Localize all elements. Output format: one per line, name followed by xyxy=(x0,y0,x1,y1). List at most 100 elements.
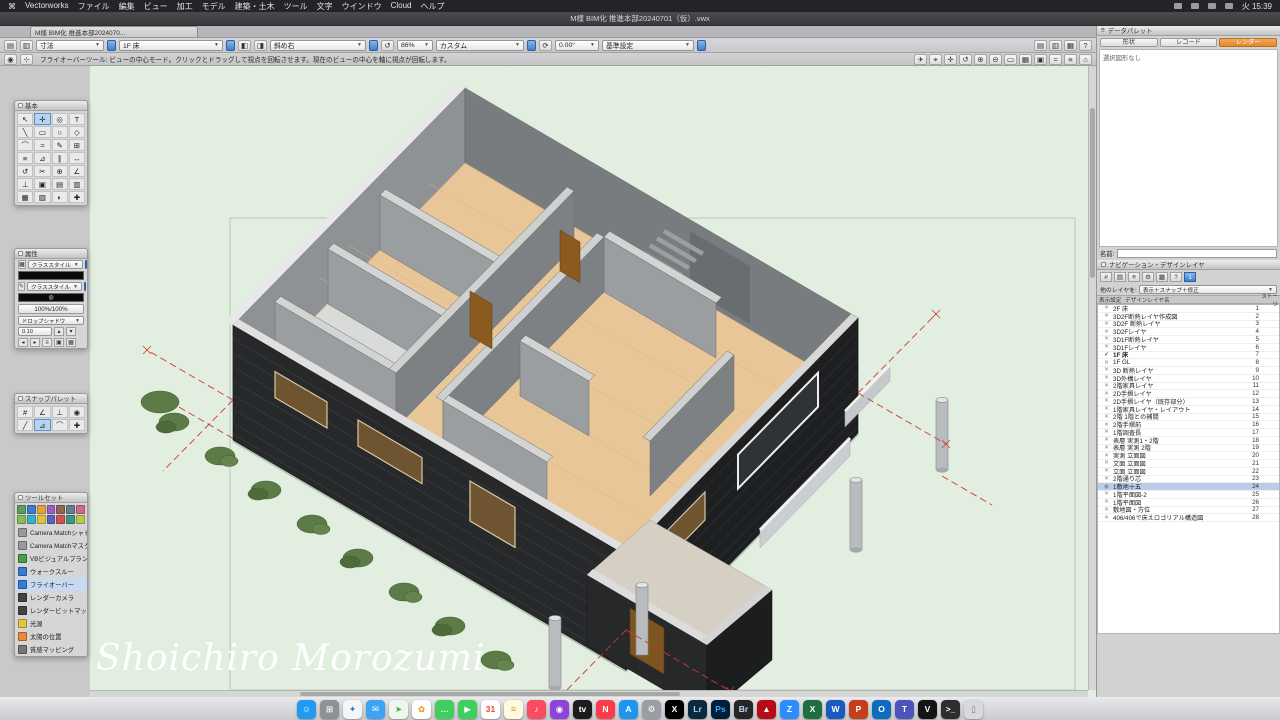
navigation-icon[interactable]: ? xyxy=(1170,272,1182,282)
palette-title-bar[interactable]: ツールセット xyxy=(15,493,87,503)
dock-app-icon[interactable]: ▲ xyxy=(757,700,776,719)
zoom-level-combo[interactable]: 86%▼ xyxy=(397,40,433,51)
toolset-item[interactable]: フライオーバー xyxy=(15,578,87,591)
dock-app-icon[interactable]: X xyxy=(803,700,822,719)
navigation-title-bar[interactable]: ナビゲーション・デザインレイヤ xyxy=(1097,260,1280,270)
toolset-item[interactable]: ウォークスルー xyxy=(15,565,87,578)
layer-visibility-mark[interactable]: ✕ xyxy=(1100,422,1113,428)
reference-options-button[interactable] xyxy=(697,40,706,51)
dock-app-icon[interactable]: ♪ xyxy=(527,700,546,719)
dock-app-icon[interactable]: ◉ xyxy=(550,700,569,719)
pen-mode-icon[interactable]: ✎ xyxy=(18,282,25,291)
layer-visibility-mark[interactable]: ✕ xyxy=(1100,398,1113,404)
navigation-icon[interactable]: # xyxy=(1100,272,1112,282)
menu-item[interactable]: ツール xyxy=(284,1,308,12)
dock-app-icon[interactable]: ✿ xyxy=(412,700,431,719)
palette-title-bar[interactable]: 属性 xyxy=(15,249,87,259)
layer-visibility-mark[interactable]: ✕ xyxy=(1100,499,1113,505)
dock-app-icon[interactable]: V xyxy=(918,700,937,719)
plan-rotation-combo[interactable]: 0.00°▼ xyxy=(555,40,599,51)
document-tab[interactable]: M様 BIM化 推進本部2024070... xyxy=(30,26,198,37)
data-palette-tab[interactable]: 形状 xyxy=(1100,38,1158,47)
tool-button[interactable]: ↺ xyxy=(17,165,33,177)
modebar-icon[interactable]: ▣ xyxy=(1034,54,1047,65)
snap-button[interactable]: ∠ xyxy=(34,406,50,418)
menu-item[interactable]: ヘルプ xyxy=(420,1,444,12)
tool-button[interactable]: ✂ xyxy=(34,165,50,177)
layer-visibility-mark[interactable]: ✕ xyxy=(1100,468,1113,474)
toolbar-icon[interactable]: ▤ xyxy=(1034,40,1047,51)
data-palette-tab[interactable]: レンダー xyxy=(1219,38,1277,47)
attribute-mini-button[interactable]: ▸ xyxy=(30,338,40,347)
modebar-icon[interactable]: ⊕ xyxy=(974,54,987,65)
layer-visibility-mark[interactable]: ✕ xyxy=(1100,491,1113,497)
layer-visibility-mark[interactable]: ✕ xyxy=(1100,414,1113,420)
menu-item[interactable]: モデル xyxy=(202,1,226,12)
pen-class-style-combo[interactable]: クラススタイル▼ xyxy=(27,282,82,291)
close-icon[interactable] xyxy=(1101,262,1106,267)
dock-app-icon[interactable]: tv xyxy=(573,700,592,719)
menu-item[interactable]: ファイル xyxy=(78,1,110,12)
dock-app-icon[interactable]: >_ xyxy=(941,700,960,719)
col-story[interactable]: ストーリ xyxy=(1256,292,1278,308)
previous-view-icon[interactable]: ↺ xyxy=(381,40,394,51)
snap-button[interactable]: ◉ xyxy=(69,406,85,418)
dock-app-icon[interactable]: … xyxy=(435,700,454,719)
toolset-category-icon[interactable] xyxy=(76,505,85,514)
toolset-category-icon[interactable] xyxy=(47,515,56,524)
layer-visibility-mark[interactable]: ✕ xyxy=(1100,437,1113,443)
layer-visibility-mark[interactable]: ✕ xyxy=(1100,391,1113,397)
navigation-icon[interactable]: ▤ xyxy=(1114,272,1126,282)
layer-visibility-mark[interactable]: ✕ xyxy=(1100,367,1113,373)
modebar-icon[interactable]: ⌂ xyxy=(1079,54,1092,65)
layer-visibility-mark[interactable]: ✕ xyxy=(1100,460,1113,466)
battery-status-icon[interactable] xyxy=(1208,3,1216,9)
fill-class-style-combo[interactable]: クラススタイル▼ xyxy=(28,260,83,269)
toolset-category-icon[interactable] xyxy=(56,505,65,514)
layer-visibility-mark[interactable]: ✕ xyxy=(1100,515,1113,521)
fill-color-swatch[interactable] xyxy=(18,271,84,280)
wifi-status-icon[interactable] xyxy=(1191,3,1199,9)
pen-color-swatch[interactable]: ◎ xyxy=(18,293,84,302)
data-palette-title-bar[interactable]: ≡データパレット xyxy=(1097,26,1280,36)
horizontal-scrollbar[interactable] xyxy=(90,690,1088,697)
reference-combo[interactable]: 基準設定▼ xyxy=(602,40,694,51)
snap-button[interactable]: ⊿ xyxy=(34,419,50,431)
navigation-icon[interactable]: ≡ xyxy=(1128,272,1140,282)
dock-app-icon[interactable]: ≡ xyxy=(504,700,523,719)
opacity-button[interactable]: 100%/100% xyxy=(18,304,84,314)
modebar-icon[interactable]: ↺ xyxy=(959,54,972,65)
toolbar-icon[interactable]: ? xyxy=(1079,40,1092,51)
tool-button[interactable]: ▧ xyxy=(34,191,50,203)
dock-app-icon[interactable]: Lr xyxy=(688,700,707,719)
fill-mode-icon[interactable]: ▦ xyxy=(18,260,26,269)
tool-button[interactable]: ≈ xyxy=(34,139,50,151)
current-view-combo[interactable]: 斜め右▼ xyxy=(270,40,366,51)
tool-button[interactable]: ✚ xyxy=(69,191,85,203)
toolbar-icon[interactable]: ▥ xyxy=(1049,40,1062,51)
modebar-icon[interactable]: ≡ xyxy=(1064,54,1077,65)
palette-toggle-icon[interactable]: ▤ xyxy=(4,40,17,51)
tool-button[interactable]: ▣ xyxy=(34,178,50,190)
tool-button[interactable]: ↔ xyxy=(69,152,85,164)
attribute-mini-button[interactable]: ▦ xyxy=(66,338,76,347)
fill-style-button[interactable] xyxy=(85,260,87,269)
attribute-mini-button[interactable]: ◂ xyxy=(18,338,28,347)
col-layer-name[interactable]: デザインレイヤ名 xyxy=(1125,296,1256,304)
dock-app-icon[interactable]: Z xyxy=(780,700,799,719)
layer-visibility-mark[interactable]: ✓ xyxy=(1100,352,1113,358)
dock-app-icon[interactable]: ✦ xyxy=(343,700,362,719)
col-visibility[interactable]: 表示設定 xyxy=(1099,296,1125,304)
layer-visibility-icon[interactable]: ◧ xyxy=(238,40,251,51)
render-mode-combo[interactable]: カスタム▼ xyxy=(436,40,524,51)
dock-app-icon[interactable]: P xyxy=(849,700,868,719)
apple-menu-icon[interactable]: ⌘ xyxy=(8,2,16,11)
palette-title-bar[interactable]: スナップパレット xyxy=(15,394,87,404)
toolset-category-icon[interactable] xyxy=(66,505,75,514)
class-options-button[interactable] xyxy=(107,40,116,51)
modebar-icon[interactable]: ▦ xyxy=(1019,54,1032,65)
toolset-category-icon[interactable] xyxy=(76,515,85,524)
tool-button[interactable]: ▥ xyxy=(69,178,85,190)
stepper-down-icon[interactable]: ▾ xyxy=(66,327,76,336)
render-options-button[interactable] xyxy=(527,40,536,51)
